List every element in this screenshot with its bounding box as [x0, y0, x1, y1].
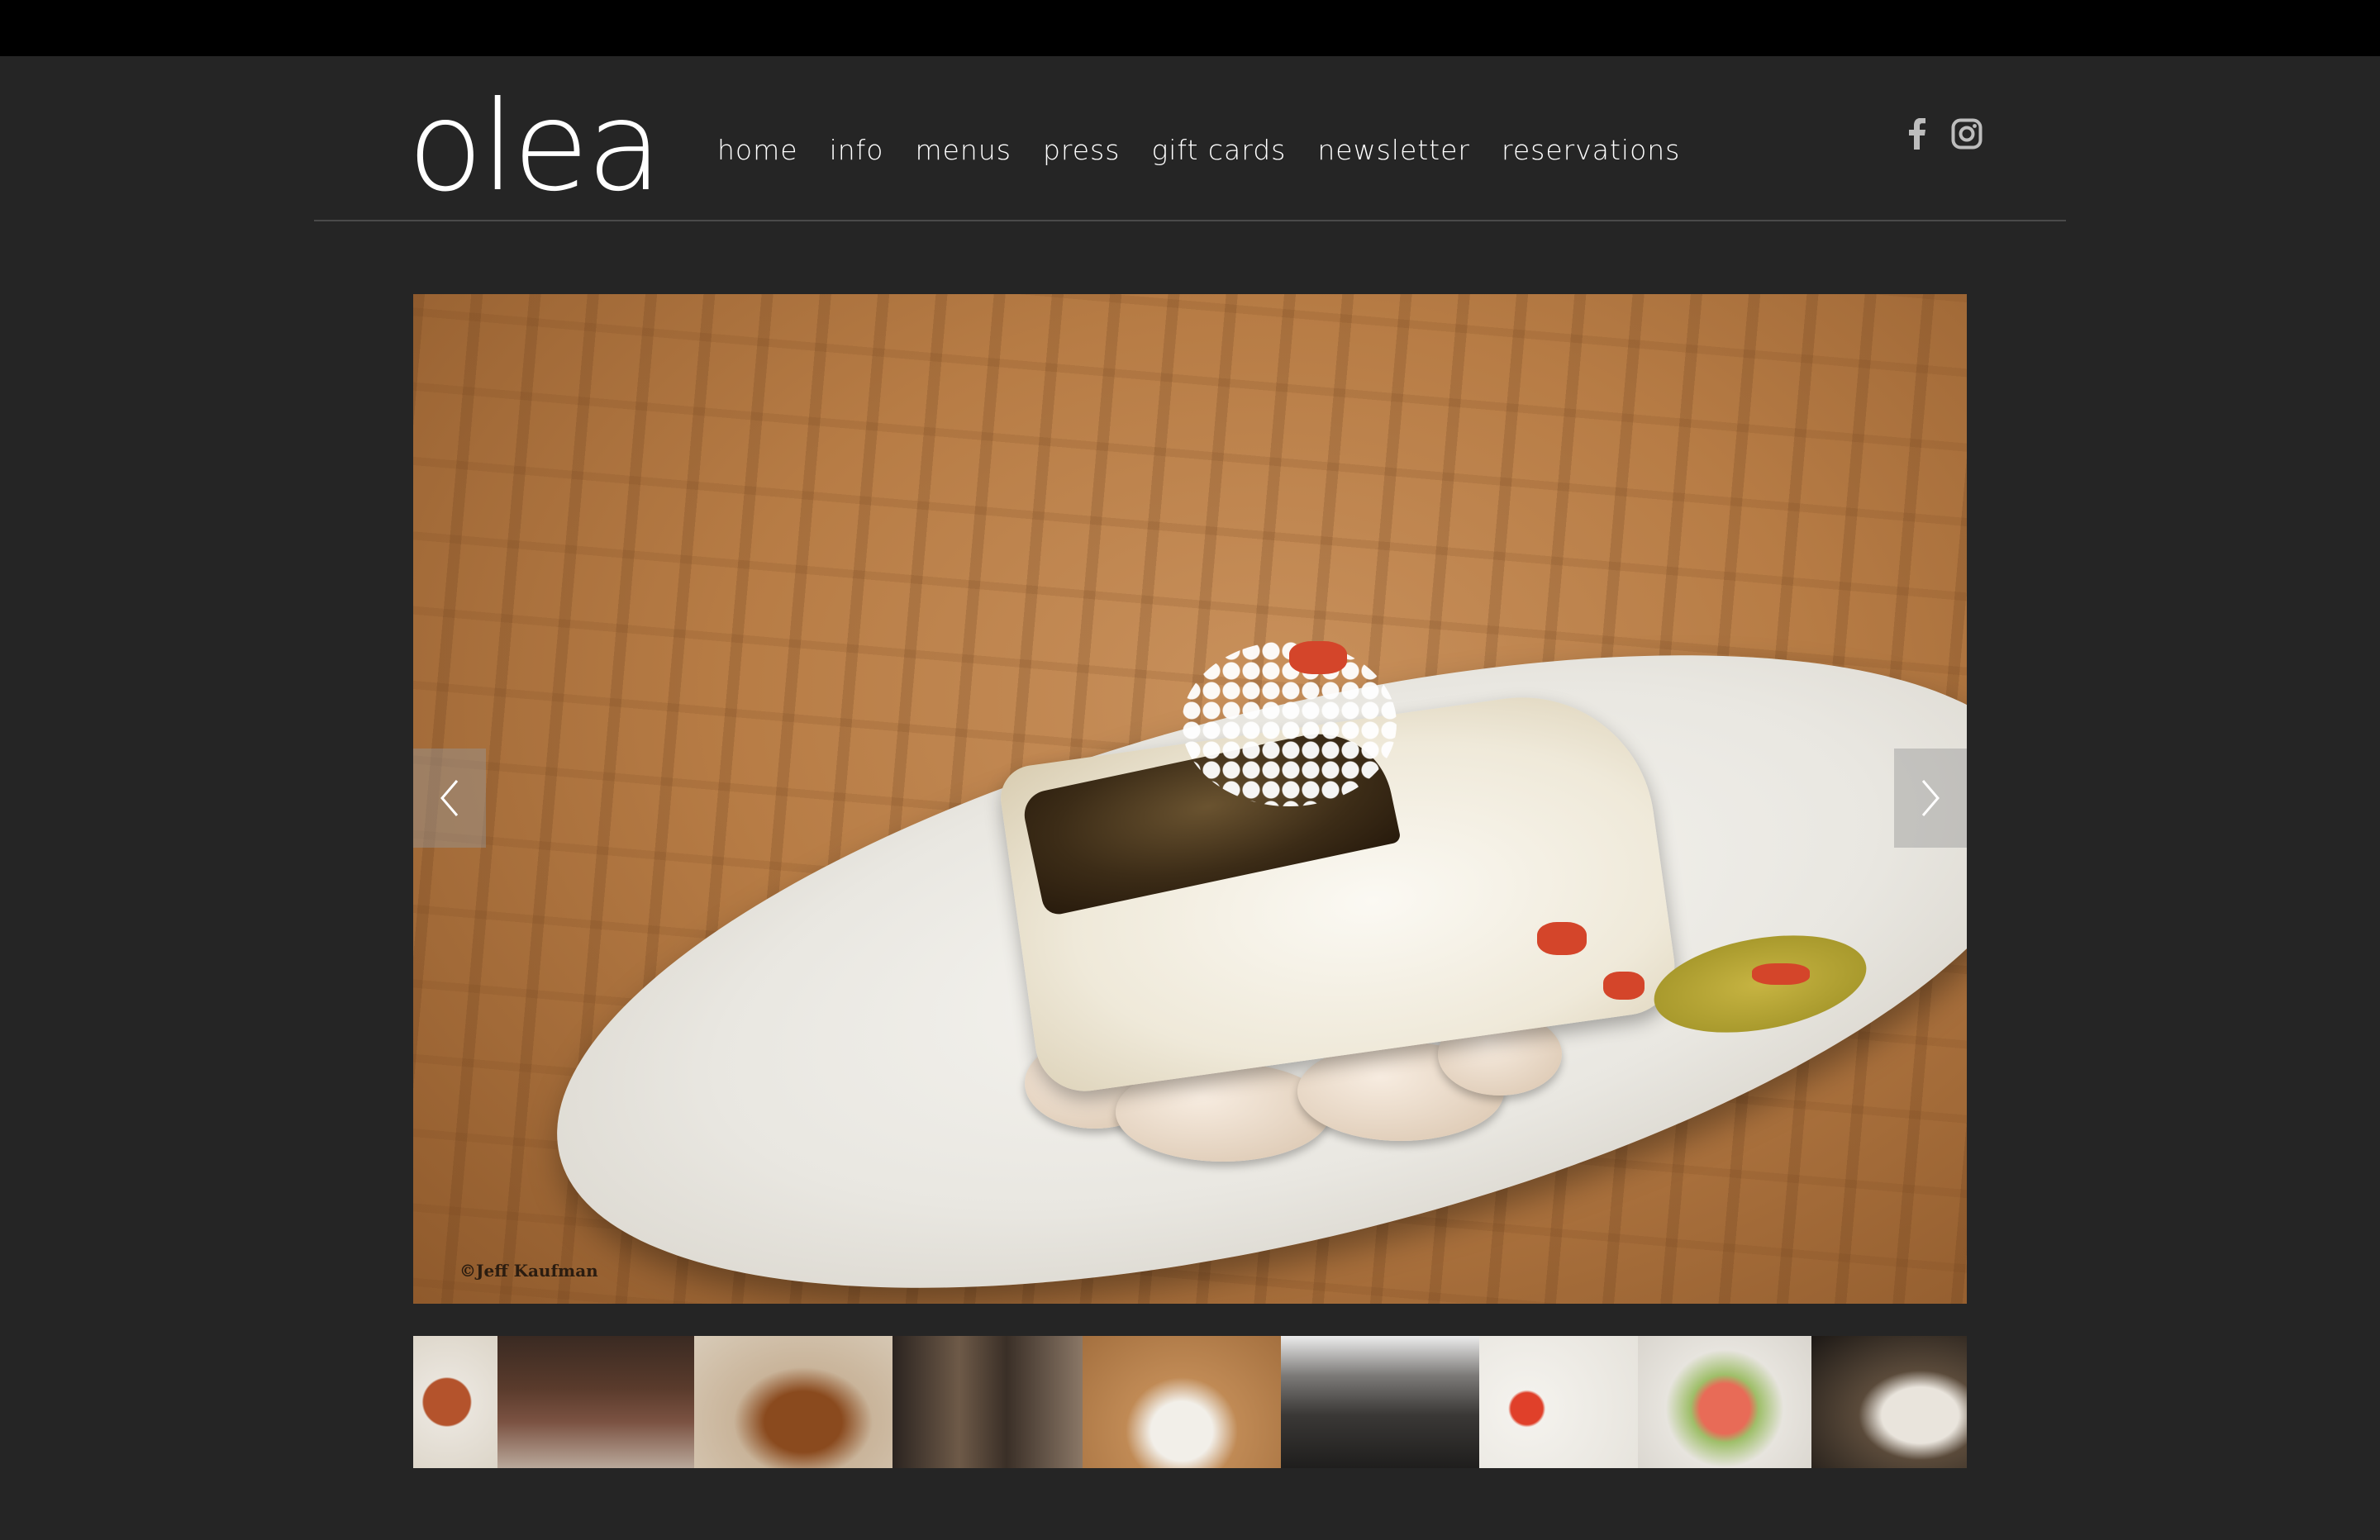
thumbnail[interactable]: [694, 1336, 892, 1468]
facebook-icon[interactable]: [1901, 117, 1934, 150]
instagram-icon[interactable]: [1950, 117, 1983, 150]
browser-top-bar: [0, 0, 2380, 56]
gallery-main-image[interactable]: ©Jeff Kaufman: [413, 294, 1967, 1304]
photo-credit: ©Jeff Kaufman: [459, 1261, 598, 1281]
thumbnail[interactable]: [1811, 1336, 1967, 1468]
thumbnail[interactable]: [1479, 1336, 1638, 1468]
gallery-thumbnails: [413, 1336, 1967, 1468]
nav-item-gift-cards[interactable]: gift cards: [1151, 134, 1286, 166]
thumbnail[interactable]: [413, 1336, 497, 1468]
site-logo[interactable]: olea: [407, 85, 663, 209]
thumbnail[interactable]: [497, 1336, 694, 1468]
garnish-graphic: [1182, 641, 1397, 806]
chevron-right-icon: [1921, 780, 1940, 816]
main-navigation: home info menus press gift cards newslet…: [717, 129, 1711, 170]
thumbnail[interactable]: [1638, 1336, 1811, 1468]
pepper-garnish: [1537, 922, 1587, 955]
nav-item-reservations[interactable]: reservations: [1502, 134, 1680, 166]
pepper-garnish: [1603, 972, 1645, 1000]
gallery-next-button[interactable]: [1894, 749, 1967, 848]
gallery-prev-button[interactable]: [413, 749, 486, 848]
nav-item-info[interactable]: info: [830, 134, 884, 166]
thumbnail[interactable]: [892, 1336, 1083, 1468]
social-links: [1901, 117, 1983, 150]
pepper-garnish: [1752, 963, 1810, 985]
thumbnail[interactable]: [1281, 1336, 1479, 1468]
header-divider: [314, 220, 2066, 221]
pepper-garnish: [1289, 641, 1347, 674]
nav-item-home[interactable]: home: [717, 134, 798, 166]
nav-item-newsletter[interactable]: newsletter: [1317, 134, 1470, 166]
nav-item-press[interactable]: press: [1043, 134, 1120, 166]
chevron-left-icon: [440, 780, 459, 816]
nav-item-menus[interactable]: menus: [915, 134, 1011, 166]
thumbnail[interactable]: [1083, 1336, 1281, 1468]
